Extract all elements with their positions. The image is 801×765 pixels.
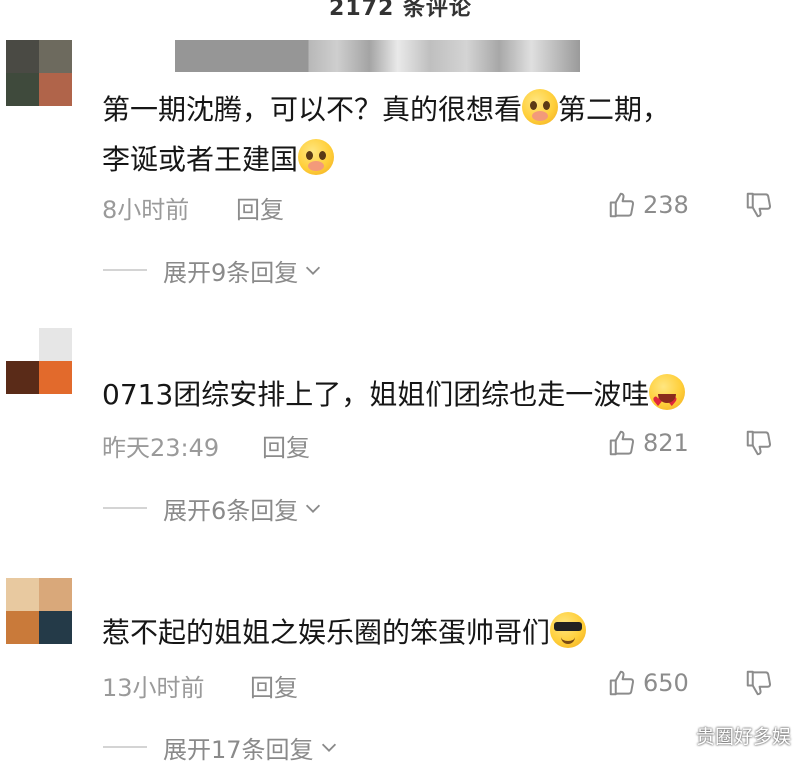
watermark: 贵圈好多娱 (695, 726, 791, 748)
comment-meta: 13小时前 回复 650 (102, 668, 782, 702)
chevron-down-icon (306, 504, 321, 513)
like-count: 821 (643, 429, 689, 457)
thumbs-up-icon (609, 192, 635, 218)
heart-eyes-emoji (649, 374, 686, 428)
avatar[interactable] (6, 578, 72, 644)
like-button[interactable]: 238 (607, 190, 689, 220)
reply-button[interactable]: 回复 (262, 428, 310, 463)
comment-text: 第一期沈腾，可以不？真的很想看 第二期， 李诞或者王建国 (102, 85, 782, 185)
reply-button[interactable]: 回复 (250, 668, 298, 703)
comment-item: 第一期沈腾，可以不？真的很想看 第二期， 李诞或者王建国 8小时前 回复 238 … (0, 40, 801, 300)
like-button[interactable]: 821 (607, 428, 689, 458)
thumbs-down-icon (746, 430, 772, 456)
comment-text-line: 李诞或者王建国 (102, 143, 299, 176)
comment-item: 惹不起的姐姐之娱乐圈的笨蛋帅哥们 13小时前 回复 650 展开17条回复 (0, 578, 801, 764)
dislike-button[interactable] (744, 428, 774, 458)
thumbs-up-icon (609, 670, 635, 696)
expand-replies-button[interactable]: 展开6条回复 (103, 491, 324, 525)
comment-text-line: 第一期沈腾，可以不？真的很想看 (102, 93, 523, 126)
avatar[interactable] (6, 40, 72, 106)
chevron-down-icon (306, 266, 321, 275)
thumbs-up-icon (609, 430, 635, 456)
comment-time: 昨天23:49 (102, 434, 220, 462)
comment-time: 8小时前 (102, 196, 190, 224)
comment-count-title: 2172 条评论 (329, 0, 472, 21)
comment-text-line: 惹不起的姐姐之娱乐圈的笨蛋帅哥们 (102, 616, 551, 649)
expand-replies-button[interactable]: 展开17条回复 (103, 730, 340, 764)
thumbs-down-icon (746, 192, 772, 218)
shy-face-emoji (522, 89, 559, 125)
comment-text: 惹不起的姐姐之娱乐圈的笨蛋帅哥们 (102, 608, 782, 658)
avatar[interactable] (6, 328, 72, 394)
dislike-button[interactable] (744, 190, 774, 220)
comment-meta: 8小时前 回复 238 (102, 190, 782, 224)
sunglasses-face-emoji (550, 612, 587, 648)
like-count: 238 (643, 191, 689, 219)
chevron-down-icon (321, 743, 336, 752)
expand-replies-button[interactable]: 展开9条回复 (103, 253, 324, 287)
expand-replies-label: 展开17条回复 (163, 735, 314, 764)
like-button[interactable]: 650 (607, 668, 689, 698)
comment-meta: 昨天23:49 回复 821 (102, 428, 782, 462)
shy-face-emoji (298, 139, 335, 175)
comment-text: 0713团综安排上了，姐姐们团综也走一波哇 (102, 370, 782, 428)
comment-text-line: 0713团综安排上了，姐姐们团综也走一波哇 (102, 378, 650, 411)
divider-line (103, 507, 147, 509)
thumbs-down-icon (746, 670, 772, 696)
dislike-button[interactable] (744, 668, 774, 698)
reply-button[interactable]: 回复 (236, 190, 284, 225)
expand-replies-label: 展开9条回复 (163, 258, 299, 287)
divider-line (103, 746, 147, 748)
comment-text-line: 第二期， (558, 93, 671, 126)
comment-time: 13小时前 (102, 674, 205, 702)
expand-replies-label: 展开6条回复 (163, 496, 299, 525)
divider-line (103, 269, 147, 271)
like-count: 650 (643, 669, 689, 697)
comment-item: 0713团综安排上了，姐姐们团综也走一波哇 昨天23:49 回复 821 展开6… (0, 308, 801, 538)
username-redacted (175, 40, 580, 72)
